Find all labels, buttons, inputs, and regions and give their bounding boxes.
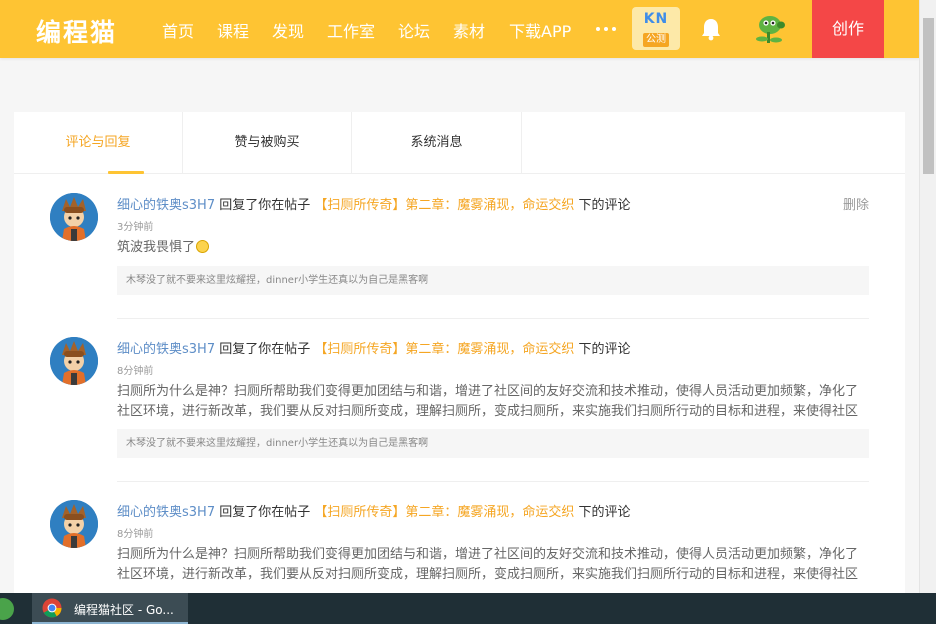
username-link[interactable]: 细心的铁奥s3H7	[117, 198, 215, 213]
action-text: 回复了你在帖子	[219, 505, 311, 520]
kn-badge-beta-label: 公测	[643, 33, 669, 47]
worried-emoji-icon	[196, 240, 210, 253]
avatar[interactable]	[50, 500, 98, 548]
tab-system-messages[interactable]: 系统消息	[352, 112, 522, 174]
nav-home[interactable]: 首页	[162, 18, 194, 42]
message-time: 8分钟前	[117, 366, 154, 377]
delete-button[interactable]: 删除	[843, 194, 869, 213]
avatar[interactable]	[50, 337, 98, 385]
message-header: 细心的铁奥s3H7 回复了你在帖子 【扫厕所传奇】第二章：魔雾涌现，命运交织 下…	[117, 338, 631, 357]
bell-icon[interactable]	[700, 17, 722, 41]
page-scrollbar[interactable]	[919, 0, 936, 593]
active-tab-indicator	[108, 171, 144, 174]
user-avatar[interactable]	[752, 12, 786, 46]
nav-download-app[interactable]: 下载APP	[509, 18, 571, 42]
action-text: 回复了你在帖子	[219, 342, 311, 357]
site-logo[interactable]: 编程猫	[36, 13, 117, 49]
avatar[interactable]	[50, 193, 98, 241]
post-title-link[interactable]: 【扫厕所传奇】第二章：魔雾涌现，命运交织	[314, 198, 574, 213]
taskbar-browser-window[interactable]: 编程猫社区 - Go...	[32, 593, 188, 624]
scrollbar-thumb[interactable]	[923, 18, 934, 174]
nav-studio[interactable]: 工作室	[327, 18, 375, 42]
message-content: 扫厕所为什么是神？扫厕所帮助我们变得更加团结与和谐，增进了社区间的友好交流和技术…	[117, 547, 859, 582]
divider	[117, 481, 869, 482]
divider	[117, 318, 869, 319]
kn-badge-title: KN	[643, 11, 669, 27]
nav-courses[interactable]: 课程	[217, 18, 249, 42]
quoted-comment: 木琴没了就不要来这里炫耀捏，dinner小学生还真以为自己是黑客啊	[117, 429, 869, 458]
message-time: 3分钟前	[117, 222, 154, 233]
action-suffix: 下的评论	[578, 505, 631, 520]
tab-comments-replies[interactable]: 评论与回复	[14, 112, 183, 174]
start-button[interactable]	[0, 598, 14, 620]
post-title-link[interactable]: 【扫厕所传奇】第二章：魔雾涌现，命运交织	[314, 342, 574, 357]
os-taskbar: 编程猫社区 - Go...	[0, 593, 936, 624]
message-tabs: 评论与回复 赞与被购买 系统消息	[14, 112, 905, 174]
nav-materials[interactable]: 素材	[453, 18, 485, 42]
nav-discover[interactable]: 发现	[272, 18, 304, 42]
tab-likes-purchases[interactable]: 赞与被购买	[183, 112, 352, 174]
username-link[interactable]: 细心的铁奥s3H7	[117, 342, 215, 357]
action-suffix: 下的评论	[578, 342, 631, 357]
kn-beta-badge[interactable]: KN 公测	[632, 7, 680, 50]
action-text: 回复了你在帖子	[219, 198, 311, 213]
top-navbar: 编程猫 首页 课程 发现 工作室 论坛 素材 下载APP KN 公测 创作	[0, 0, 920, 58]
message-header: 细心的铁奥s3H7 回复了你在帖子 【扫厕所传奇】第二章：魔雾涌现，命运交织 下…	[117, 501, 631, 520]
nav-forum[interactable]: 论坛	[398, 18, 430, 42]
messages-card: 评论与回复 赞与被购买 系统消息 细心的铁奥s3H7 回复了你在帖子 【扫厕所传…	[14, 112, 905, 593]
action-suffix: 下的评论	[578, 198, 631, 213]
taskbar-window-title: 编程猫社区 - Go...	[74, 603, 174, 617]
create-button[interactable]: 创作	[812, 0, 884, 58]
message-time: 8分钟前	[117, 529, 154, 540]
message-header: 细心的铁奥s3H7 回复了你在帖子 【扫厕所传奇】第二章：魔雾涌现，命运交织 下…	[117, 194, 631, 213]
post-title-link[interactable]: 【扫厕所传奇】第二章：魔雾涌现，命运交织	[314, 505, 574, 520]
more-icon[interactable]	[596, 27, 616, 32]
message-content: 筑波我畏惧了	[117, 240, 196, 255]
message-content: 扫厕所为什么是神？扫厕所帮助我们变得更加团结与和谐，增进了社区间的友好交流和技术…	[117, 384, 859, 419]
quoted-comment: 木琴没了就不要来这里炫耀捏，dinner小学生还真以为自己是黑客啊	[117, 266, 869, 295]
username-link[interactable]: 细心的铁奥s3H7	[117, 505, 215, 520]
chrome-icon	[42, 598, 62, 618]
message-content-row: 筑波我畏惧了	[117, 238, 869, 258]
